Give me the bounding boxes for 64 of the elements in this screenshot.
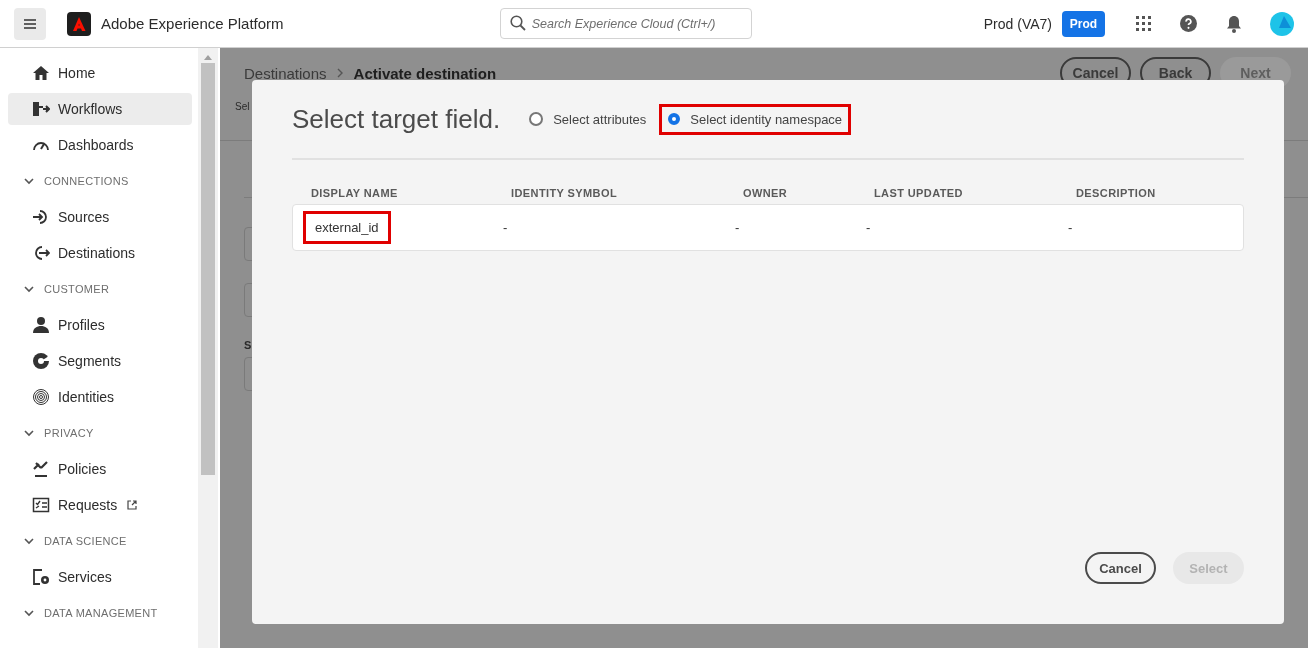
notification-bell-icon[interactable] — [1226, 14, 1242, 33]
scrollbar-thumb[interactable] — [201, 63, 215, 475]
table-cell-text: - — [865, 219, 872, 237]
sign-in-icon — [32, 208, 50, 226]
table-cell-text: - — [502, 219, 509, 237]
menu-icon — [24, 18, 36, 29]
breadcrumb-link[interactable]: Destinations — [244, 64, 327, 82]
table-cell: external_id — [303, 211, 391, 244]
nav-item[interactable]: Policies — [8, 453, 192, 485]
logo-icon — [67, 11, 91, 36]
nav-item[interactable]: Dashboards — [8, 129, 192, 161]
radio-option[interactable]: Select attributes — [520, 103, 656, 135]
nav-item[interactable]: Identities — [8, 381, 192, 413]
sandbox-button[interactable]: Prod — [1062, 10, 1105, 37]
nav-item[interactable]: Workflows — [8, 93, 192, 125]
person-icon — [32, 316, 50, 334]
chevron-icon — [24, 428, 34, 438]
column-header: LAST UPDATED — [874, 187, 964, 201]
chevron-icon — [24, 284, 34, 294]
column-header: DISPLAY NAME — [311, 187, 399, 201]
workflow-icon — [32, 100, 50, 118]
page-title: Activate destination — [353, 64, 497, 82]
radio-option[interactable]: Select identity namespace — [659, 103, 852, 135]
nav-item[interactable]: Home — [8, 57, 192, 89]
section-header[interactable]: DATA MANAGEMENT — [8, 597, 192, 629]
step-label: Sel — [234, 101, 250, 112]
search-field[interactable]: Search Experience Cloud (Ctrl+/) — [499, 8, 752, 39]
chevron-icon — [336, 68, 344, 78]
section-header[interactable]: CUSTOMER — [8, 273, 192, 305]
nav-item[interactable]: Sources — [8, 201, 192, 233]
help-icon[interactable] — [1180, 15, 1197, 32]
cancel-button[interactable]: Cancel — [1085, 552, 1156, 584]
app-title: Adobe Experience Platform — [101, 15, 284, 32]
radio-icon[interactable] — [529, 112, 544, 126]
table-cell-text: - — [1067, 219, 1074, 237]
column-header: DESCRIPTION — [1076, 187, 1157, 201]
apps-grid-icon[interactable] — [1136, 15, 1152, 32]
section-header[interactable]: PRIVACY — [8, 417, 192, 449]
chevron-icon — [24, 608, 34, 618]
section-header[interactable]: CONNECTIONS — [8, 165, 192, 197]
nav-item[interactable]: Profiles — [8, 309, 192, 341]
nav-item[interactable]: Requests — [8, 489, 192, 521]
radio-icon[interactable] — [668, 113, 681, 125]
section-header[interactable]: DATA SCIENCE — [8, 525, 192, 557]
column-header: OWNER — [743, 187, 789, 201]
table-row[interactable]: external_id - - - - — [292, 204, 1244, 251]
segment-pie-icon — [32, 352, 50, 370]
field-label: S — [244, 339, 253, 351]
nav-item[interactable]: Segments — [8, 345, 192, 377]
nav-item[interactable]: Destinations — [8, 237, 192, 269]
avatar-icon[interactable] — [1270, 11, 1294, 36]
menu-button[interactable] — [14, 7, 46, 40]
dialog-title: Select target field. — [292, 103, 501, 135]
chevron-icon — [24, 536, 34, 546]
home-icon — [32, 64, 50, 82]
org-name: Prod (VA7) — [983, 15, 1052, 32]
scroll-up-icon[interactable] — [204, 54, 212, 60]
chevron-icon — [24, 176, 34, 186]
scrollbar[interactable] — [198, 48, 218, 648]
checklist-icon — [32, 496, 50, 514]
table-cell-text: - — [734, 219, 741, 237]
nav-item[interactable]: Services — [8, 561, 192, 593]
column-header: IDENTITY SYMBOL — [511, 187, 619, 201]
sign-out-icon — [32, 244, 50, 262]
